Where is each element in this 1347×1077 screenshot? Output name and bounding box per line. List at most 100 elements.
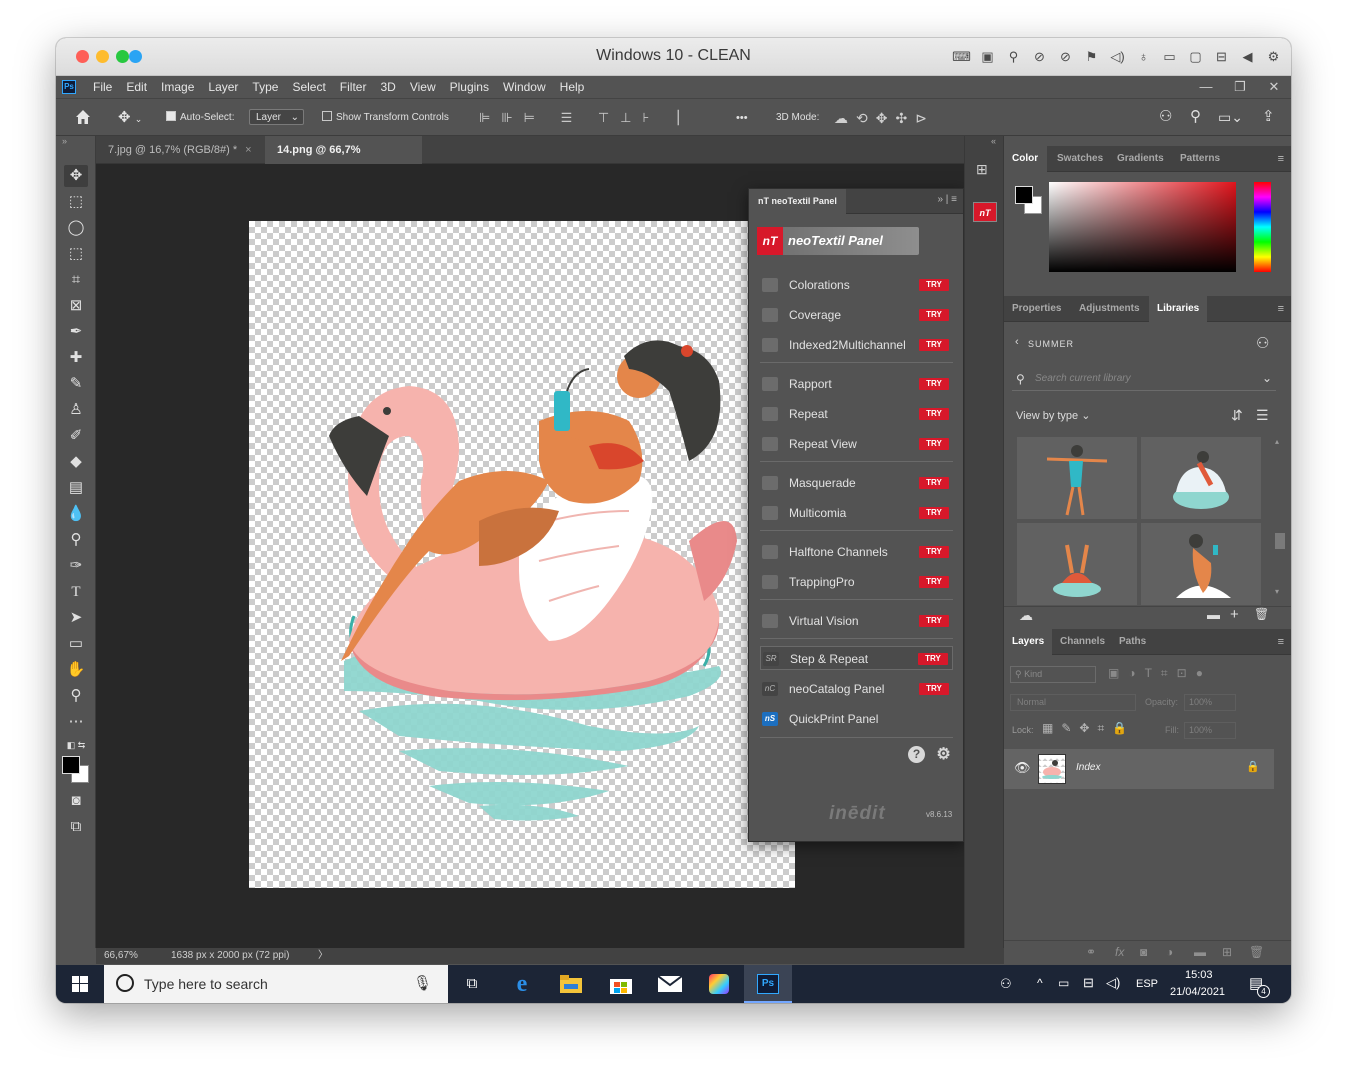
tab-7jpg[interactable]: 7.jpg @ 16,7% (RGB/8#) * × (96, 136, 265, 164)
mail-icon[interactable] (646, 965, 694, 1003)
printer-icon[interactable]: ▭ (1160, 47, 1179, 66)
menu-filter[interactable]: Filter (333, 80, 374, 94)
menu-help[interactable]: Help (553, 80, 592, 94)
taskbar-search-box[interactable]: Type here to search 🎙 (104, 965, 448, 1003)
task-view-icon[interactable]: ⧉ (448, 965, 496, 1003)
nt-item-multicomia[interactable]: Multicomia TRY (760, 501, 953, 525)
library-search-field[interactable]: ⚲ Search current library ⌄ (1012, 369, 1276, 391)
nt-item-neocatalog[interactable]: nC neoCatalog Panel TRY (760, 677, 953, 701)
nt-item-repeat-view[interactable]: Repeat View TRY (760, 432, 953, 456)
flag-icon[interactable]: ⚑ (1082, 47, 1101, 66)
layer-name[interactable]: Index (1076, 762, 1100, 773)
3d-mode-icons[interactable]: ☁⟲✥✣⊳ (834, 110, 935, 126)
nt-item-indexed2multichannel[interactable]: Indexed2Multichannel TRY (760, 333, 953, 357)
library-collab-icon[interactable]: ⚇ (1256, 334, 1269, 352)
fill-field[interactable]: 100% (1184, 722, 1236, 739)
more-tools-icon[interactable]: ⋯ (64, 711, 88, 733)
menu-edit[interactable]: Edit (119, 80, 154, 94)
pen-tool-icon[interactable]: ✑ (64, 555, 88, 577)
scroll-up-icon[interactable]: ▴ (1275, 437, 1279, 446)
library-asset-1[interactable] (1017, 437, 1137, 519)
folder-icon[interactable]: ▬ (1207, 607, 1220, 622)
menu-window[interactable]: Window (496, 80, 553, 94)
auto-select-checkbox[interactable]: Auto-Select: (166, 110, 234, 126)
more-options-button[interactable]: ••• (736, 110, 748, 126)
sort-icon[interactable]: ⇵ (1231, 407, 1243, 424)
people-icon[interactable]: ⚇ (1000, 976, 1012, 992)
battery-icon[interactable]: ▭ (1058, 976, 1069, 990)
libraries-strip-icon[interactable]: ⊞ (976, 161, 994, 179)
tab-properties[interactable]: Properties (1004, 296, 1069, 322)
layer-dropdown[interactable]: Layer ⌄ (249, 109, 304, 125)
screen-mode-icon[interactable]: ⧉ (64, 816, 88, 838)
nt-item-colorations[interactable]: Colorations TRY (760, 273, 953, 297)
menu-3d[interactable]: 3D (373, 80, 402, 94)
microphone-icon[interactable]: 🎙 (413, 974, 432, 992)
panel-menu-icon[interactable]: » | ≡ (937, 194, 957, 205)
gradient-tool-icon[interactable]: ▤ (64, 477, 88, 499)
try-badge[interactable]: TRY (919, 576, 949, 588)
library-asset-3[interactable] (1017, 523, 1137, 605)
menu-type[interactable]: Type (245, 80, 285, 94)
add-icon[interactable]: + (1230, 606, 1239, 623)
nt-item-trappingpro[interactable]: TrappingPro TRY (760, 570, 953, 594)
clock-date[interactable]: 21/04/2021 (1170, 986, 1225, 998)
clock-time[interactable]: 15:03 (1185, 969, 1213, 981)
tray-expand-icon[interactable]: ^ (1037, 976, 1043, 990)
align-icons[interactable]: ⊫⊪⊨ ☰ ⊤⊥⊦ ⎮ (479, 110, 693, 126)
opacity-field[interactable]: 100% (1184, 694, 1236, 711)
menu-file[interactable]: File (86, 80, 119, 94)
adjustment-icon[interactable]: ◑ (1166, 945, 1173, 959)
swap-colors-icon[interactable]: ◧ ⇆ (64, 734, 88, 756)
blend-mode-dropdown[interactable]: Normal (1010, 694, 1136, 711)
try-badge[interactable]: TRY (918, 653, 948, 665)
photoshop-taskbar-icon[interactable]: Ps (744, 965, 792, 1003)
mask-icon[interactable]: ◙ (1140, 945, 1147, 959)
try-badge[interactable]: TRY (919, 339, 949, 351)
microphone-icon[interactable]: ♁ (1134, 47, 1153, 66)
restore-icon[interactable]: ❐ (1223, 76, 1257, 98)
close-icon[interactable]: ✕ (1257, 76, 1291, 98)
scroll-thumb[interactable] (1275, 533, 1285, 549)
panel-menu-icon[interactable]: ≡ (1278, 636, 1284, 648)
try-badge[interactable]: TRY (919, 378, 949, 390)
marquee-tool-icon[interactable]: ⬚ (64, 191, 88, 213)
blur-tool-icon[interactable]: 💧 (64, 503, 88, 525)
panel-menu-icon[interactable]: ≡ (1278, 153, 1284, 165)
list-view-icon[interactable]: ☰ (1256, 407, 1269, 424)
camera-off-icon[interactable]: ⊘ (1030, 47, 1049, 66)
frame-tool-icon[interactable]: ⊠ (64, 295, 88, 317)
try-badge[interactable]: TRY (919, 438, 949, 450)
try-badge[interactable]: TRY (919, 279, 949, 291)
crop-tool-icon[interactable]: ⌗ (64, 269, 88, 291)
foreground-color-swatch[interactable] (62, 756, 80, 774)
try-badge[interactable]: TRY (919, 477, 949, 489)
minimize-icon[interactable]: — (1189, 76, 1223, 98)
close-tab-icon[interactable]: × (245, 144, 251, 156)
edge-icon[interactable]: e (498, 965, 546, 1003)
learn-icon[interactable]: ⚇ (1159, 109, 1172, 125)
layer-row-index[interactable]: 👁 Index 🔒 (1004, 749, 1274, 789)
move-tool-icon[interactable]: ✥ (64, 165, 88, 187)
nt-item-quickprint[interactable]: nS QuickPrint Panel (760, 707, 953, 731)
type-tool-icon[interactable]: T (64, 581, 88, 603)
network-icon[interactable]: ⊟ (1083, 975, 1094, 991)
library-scrollbar[interactable]: ▴ ▾ (1275, 437, 1285, 605)
tab-libraries[interactable]: Libraries (1149, 296, 1208, 322)
tab-patterns[interactable]: Patterns (1172, 146, 1228, 172)
menu-view[interactable]: View (403, 80, 443, 94)
try-badge[interactable]: TRY (919, 615, 949, 627)
mic-off-icon[interactable]: ⊘ (1056, 47, 1075, 66)
nt-item-rapport[interactable]: Rapport TRY (760, 372, 953, 396)
back-icon[interactable]: ◀ (1238, 47, 1257, 66)
new-layer-icon[interactable]: ⊞ (1222, 945, 1232, 959)
trash-icon[interactable]: 🗑 (1254, 607, 1269, 621)
nt-item-masquerade[interactable]: Masquerade TRY (760, 471, 953, 495)
fx-icon[interactable]: fx (1115, 945, 1124, 959)
layer-kind-filter[interactable]: ⚲ Kind (1010, 666, 1096, 683)
move-tool-icon[interactable]: ✥ ⌄ (118, 110, 142, 126)
settings-gear-icon[interactable]: ⚙ (935, 746, 952, 763)
file-explorer-icon[interactable] (547, 965, 595, 1003)
search-icon[interactable]: ⚲ (1190, 109, 1201, 125)
menu-plugins[interactable]: Plugins (443, 80, 496, 94)
